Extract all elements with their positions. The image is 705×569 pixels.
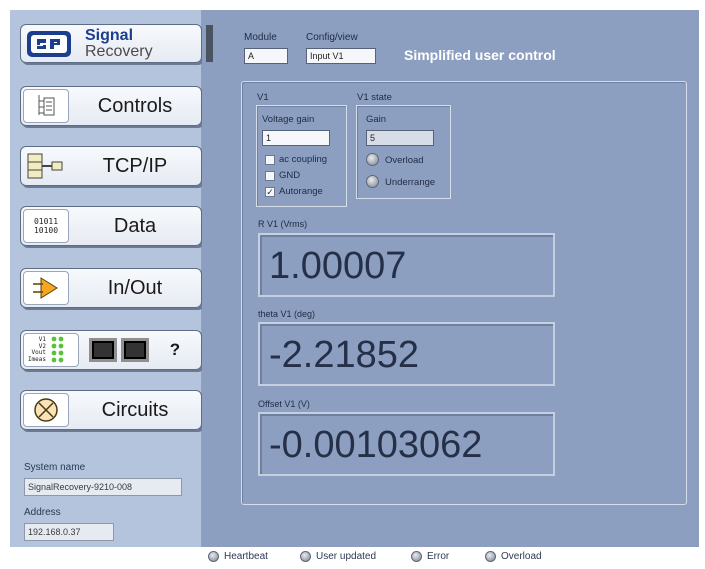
panel-divider <box>206 25 213 62</box>
connector-panel-icon: V1 V2 Vout Imeas <box>23 333 79 367</box>
sidebar-item-tcpip[interactable]: TCP/IP <box>20 146 202 186</box>
logo-line1: Signal <box>85 26 134 44</box>
connector-label-imeas: Imeas <box>27 355 46 363</box>
gain-label: Gain <box>366 114 387 125</box>
heartbeat-led <box>208 551 219 562</box>
status-bar: Heartbeat User updated Error Overload <box>202 547 699 569</box>
overload-indicator: Overload <box>485 551 542 562</box>
connector-socket-icon <box>89 338 117 362</box>
sidebar-item-inout[interactable]: In/Out <box>20 268 202 308</box>
config-view-field[interactable]: Input V1 <box>306 48 376 64</box>
sidebar-item-label: Controls <box>97 94 173 117</box>
signal-recovery-logo-icon <box>25 29 73 59</box>
offset-v1-display: -0.00103062 <box>258 412 555 476</box>
module-label: Module <box>244 32 277 43</box>
ac-coupling-checkbox[interactable] <box>265 155 275 165</box>
error-indicator: Error <box>411 551 449 562</box>
binary-line-2: 10100 <box>33 226 59 235</box>
system-name-field[interactable]: SignalRecovery-9210-008 <box>24 478 182 496</box>
underrange-led <box>366 175 379 188</box>
r-v1-display: 1.00007 <box>258 233 555 297</box>
tree-icon <box>23 89 69 123</box>
autorange-checkbox[interactable]: ✓ <box>265 187 275 197</box>
user-updated-label: User updated <box>316 551 377 562</box>
offset-v1-label: Offset V1 (V) <box>258 399 310 409</box>
network-icon <box>23 149 69 183</box>
autorange-label: Autorange <box>279 186 323 197</box>
sidebar-item-label: Circuits <box>101 398 169 421</box>
binary-line-1: 01011 <box>33 217 59 226</box>
sidebar-item-data[interactable]: 01011 10100 Data <box>20 206 202 246</box>
sidebar-item-label: TCP/IP <box>102 154 168 177</box>
overload-label: Overload <box>385 155 424 166</box>
module-field[interactable]: A <box>244 48 288 64</box>
signal-recovery-logo-button[interactable]: Signal Recovery <box>20 24 202 63</box>
overload-status-label: Overload <box>501 551 542 562</box>
sidebar-item-label: In/Out <box>107 276 163 299</box>
heartbeat-label: Heartbeat <box>224 551 268 562</box>
system-name-label: System name <box>24 462 86 473</box>
ac-coupling-label: ac coupling <box>279 154 328 165</box>
underrange-label: Underrange <box>385 177 436 188</box>
page-title: Simplified user control <box>404 47 556 63</box>
logo-line2: Recovery <box>85 42 153 60</box>
error-led <box>411 551 422 562</box>
heartbeat-indicator: Heartbeat <box>208 551 268 562</box>
voltage-gain-field[interactable]: 1 <box>262 130 330 146</box>
gnd-checkbox[interactable] <box>265 171 275 181</box>
address-label: Address <box>24 507 61 518</box>
connector-socket-icon <box>121 338 149 362</box>
overload-status-led <box>485 551 496 562</box>
circle-x-icon <box>23 393 69 427</box>
address-field[interactable]: 192.168.0.37 <box>24 523 114 541</box>
sidebar-item-controls[interactable]: Controls <box>20 86 202 126</box>
user-updated-led <box>300 551 311 562</box>
gain-display: 5 <box>366 130 434 146</box>
theta-v1-label: theta V1 (deg) <box>258 309 316 319</box>
binary-data-icon: 01011 10100 <box>23 209 69 243</box>
v1-state-title: V1 state <box>357 92 392 103</box>
sidebar-item-circuits[interactable]: Circuits <box>20 390 202 430</box>
user-updated-indicator: User updated <box>300 551 376 562</box>
voltage-gain-label: Voltage gain <box>262 114 315 125</box>
overload-led <box>366 153 379 166</box>
v1-group-title: V1 <box>257 92 269 103</box>
theta-v1-display: -2.21852 <box>258 322 555 386</box>
r-v1-label: R V1 (Vrms) <box>258 219 308 229</box>
gnd-label: GND <box>279 170 301 181</box>
sidebar-item-label: Data <box>113 214 157 237</box>
config-view-label: Config/view <box>306 32 358 43</box>
error-label: Error <box>427 551 450 562</box>
sidebar-item-connectors[interactable]: V1 V2 Vout Imeas ? <box>20 330 202 370</box>
arrow-triangle-icon <box>23 271 69 305</box>
sidebar: Signal Recovery Controls TCP/IP 01011 10… <box>10 10 202 547</box>
help-label: ? <box>169 340 181 359</box>
